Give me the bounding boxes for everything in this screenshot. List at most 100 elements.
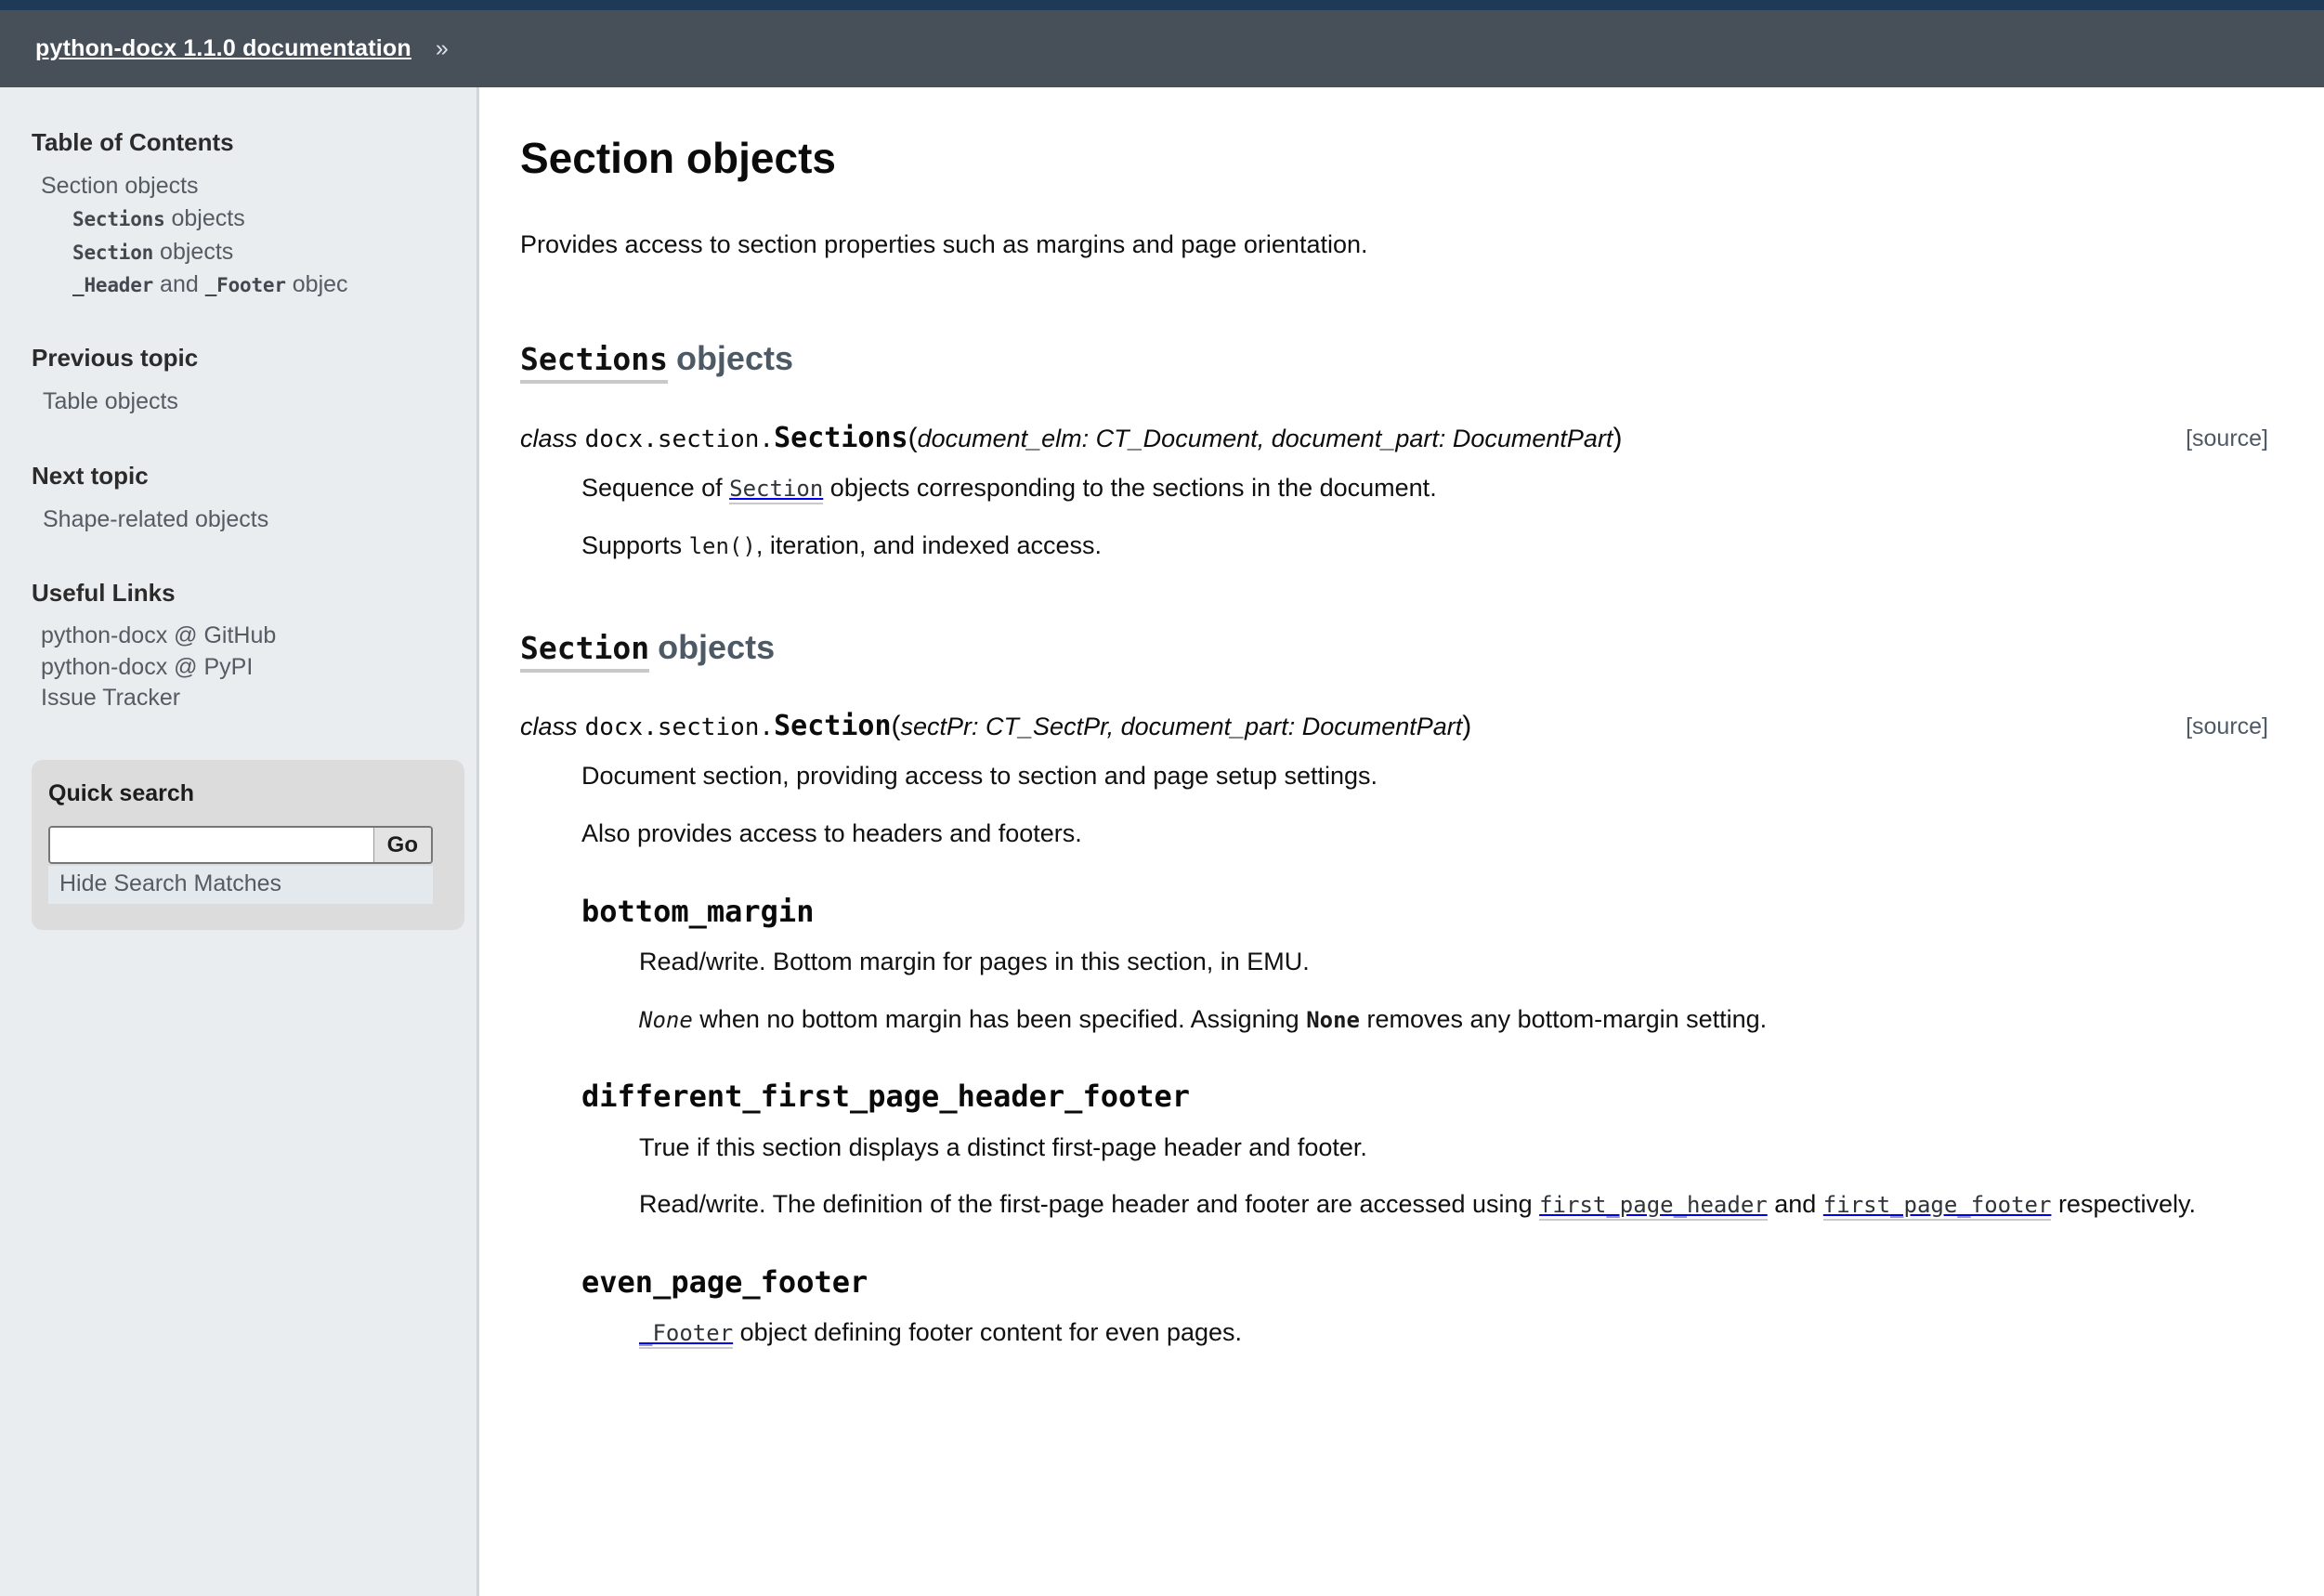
paragraph: Supports len(), iteration, and indexed a… — [581, 530, 2268, 563]
attribute-body-different-first-page-header-footer: True if this section displays a distinct… — [639, 1132, 2268, 1222]
top-accent-strip — [0, 0, 2324, 10]
hide-search-matches-link[interactable]: Hide Search Matches — [48, 866, 433, 904]
next-topic-heading: Next topic — [32, 461, 149, 490]
description-section: Document section, providing access to se… — [581, 760, 2268, 850]
section-heading-code-sections: Sections — [520, 341, 668, 385]
list-item: python-docx @ GitHub — [41, 621, 445, 651]
attribute-even-page-footer: even_page_footer _Footer object defining… — [581, 1264, 2268, 1350]
toc-text-and: and — [153, 270, 205, 297]
search-go-button[interactable]: Go — [372, 828, 431, 862]
main-content: Section objects Provides access to secti… — [479, 87, 2324, 1596]
source-link-section[interactable]: [source] — [2186, 713, 2268, 740]
paragraph: Read/write. The definition of the first-… — [639, 1188, 2268, 1222]
previous-topic-heading: Previous topic — [32, 344, 199, 373]
paragraph: Document section, providing access to se… — [581, 762, 1377, 791]
quick-search-box: Quick search Go Hide Search Matches — [32, 760, 464, 930]
toc-code-header: _Header — [72, 273, 154, 296]
code-link-first-page-header[interactable]: first_page_header — [1539, 1192, 1768, 1222]
attribute-different-first-page-header-footer: different_first_page_header_footer True … — [581, 1079, 2268, 1222]
paragraph: Read/write. Bottom margin for pages in t… — [639, 948, 1310, 976]
toc-list: Section objects Sections objects Section… — [32, 170, 445, 301]
toc-item-sections-objects: Sections objects — [72, 203, 445, 235]
sidebar: Table of Contents Section objects Sectio… — [0, 87, 479, 1596]
signature-name-section: Section — [774, 709, 892, 742]
toc-link-sections-objects[interactable]: Sections objects — [72, 203, 445, 235]
breadcrumb-separator: » — [435, 35, 449, 61]
list-item: Issue Tracker — [41, 683, 445, 713]
useful-link-github[interactable]: python-docx @ GitHub — [41, 621, 445, 651]
code-none-italic: None — [639, 1006, 693, 1033]
code-len: len() — [688, 532, 756, 559]
page-title: Section objects — [520, 134, 836, 182]
list-item: python-docx @ PyPI — [41, 652, 445, 683]
useful-link-issue-tracker[interactable]: Issue Tracker — [41, 683, 445, 713]
sidebar-inner: Table of Contents Section objects Sectio… — [0, 128, 477, 713]
signature-module-sections: docx.section. — [584, 425, 775, 453]
signature-params-sections: document_elm: CT_Document, document_part… — [917, 424, 1613, 452]
class-signature-section: class docx.section.Section(sectPr: CT_Se… — [520, 709, 2268, 744]
toc-text-objects-2: objec — [285, 270, 348, 297]
signature-keyword-class: class — [520, 424, 578, 452]
toc-link-header-footer-objects[interactable]: _Header and _Footer objec — [72, 268, 445, 301]
text-pre-0: Sequence of — [581, 474, 730, 503]
text-pre-dfphf: Read/write. The definition of the first-… — [639, 1190, 1540, 1219]
quick-search-heading: Quick search — [48, 780, 195, 806]
useful-links-heading: Useful Links — [32, 579, 176, 608]
attribute-body-bottom-margin: Read/write. Bottom margin for pages in t… — [639, 946, 2268, 1036]
signature-params-section: sectPr: CT_SectPr, document_part: Docume… — [900, 712, 1463, 740]
text-post-dfphf: respectively. — [2051, 1190, 2196, 1219]
text-post-1: , iteration, and indexed access. — [755, 530, 1103, 559]
signature-open-paren-0: ( — [907, 422, 918, 453]
paragraph: True if this section displays a distinct… — [639, 1132, 1367, 1161]
signature-close-paren-1: ) — [1462, 710, 1472, 741]
paragraph: Also provides access to headers and foot… — [581, 819, 1082, 848]
text-mid-dfphf: and — [1767, 1190, 1823, 1219]
toc-link-section-objects[interactable]: Section objects — [41, 170, 445, 203]
section-heading-text-objects: objects — [675, 339, 793, 378]
page-body: Table of Contents Section objects Sectio… — [0, 87, 2324, 1596]
useful-link-pypi[interactable]: python-docx @ PyPI — [41, 652, 445, 683]
toc-link-section-objects-2[interactable]: Section objects — [72, 236, 445, 268]
text-post-epf: object defining footer content for even … — [733, 1318, 1243, 1347]
signature-open-paren-1: ( — [891, 710, 901, 741]
section-heading-sections-objects: Sections objects — [520, 339, 2268, 385]
toc-code-sections: Sections — [72, 208, 165, 231]
toc-text-objects-0: objects — [164, 205, 245, 232]
text-post-0: objects corresponding to the sections in… — [823, 474, 1437, 503]
attribute-bottom-margin: bottom_margin Read/write. Bottom margin … — [581, 894, 2268, 1037]
attribute-body-even-page-footer: _Footer object defining footer content f… — [639, 1316, 2268, 1350]
previous-topic-paragraph: Table objects — [43, 386, 445, 418]
signature-row-sections: class docx.section.Sections(document_elm… — [520, 421, 2268, 456]
text-post-none: removes any bottom-margin setting. — [1360, 1004, 1768, 1033]
toc-item-header-footer-objects: _Header and _Footer objec — [72, 268, 445, 301]
toc-sublist: Sections objects Section objects _Header… — [41, 203, 445, 301]
source-link-sections[interactable]: [source] — [2186, 425, 2268, 452]
code-link-section[interactable]: Section — [729, 476, 824, 505]
related-bar: python-docx 1.1.0 documentation » — [0, 10, 2324, 87]
toc-item-root: Section objects Sections objects Section… — [41, 170, 445, 301]
attribute-name-even-page-footer: even_page_footer — [581, 1263, 868, 1300]
paragraph: None when no bottom margin has been spec… — [639, 1003, 2268, 1037]
next-topic-link[interactable]: Shape-related objects — [43, 506, 268, 532]
intro-paragraph: Provides access to section properties su… — [520, 230, 1368, 259]
section-heading-code-section: Section — [520, 629, 650, 673]
search-input[interactable] — [50, 828, 373, 862]
next-topic-paragraph: Shape-related objects — [43, 504, 445, 536]
code-link-footer-class[interactable]: _Footer — [639, 1320, 734, 1350]
toc-text-objects-1: objects — [153, 238, 234, 265]
paragraph: _Footer object defining footer content f… — [639, 1316, 2268, 1350]
attribute-name-bottom-margin: bottom_margin — [581, 893, 815, 929]
toc-heading: Table of Contents — [32, 128, 234, 156]
signature-keyword-class-2: class — [520, 712, 578, 740]
text-mid-none: when no bottom margin has been specified… — [692, 1004, 1307, 1033]
signature-row-section: class docx.section.Section(sectPr: CT_Se… — [520, 709, 2268, 744]
previous-topic-link[interactable]: Table objects — [43, 388, 178, 414]
site-title-link[interactable]: python-docx 1.1.0 documentation — [35, 35, 411, 62]
toc-code-section: Section — [72, 241, 154, 264]
signature-name-sections: Sections — [774, 421, 908, 454]
text-pre-1: Supports — [581, 530, 689, 559]
code-link-first-page-footer[interactable]: first_page_footer — [1822, 1192, 2052, 1222]
class-signature-sections: class docx.section.Sections(document_elm… — [520, 421, 2268, 456]
paragraph: Sequence of Section objects correspondin… — [581, 472, 2268, 505]
signature-module-section: docx.section. — [584, 713, 775, 741]
